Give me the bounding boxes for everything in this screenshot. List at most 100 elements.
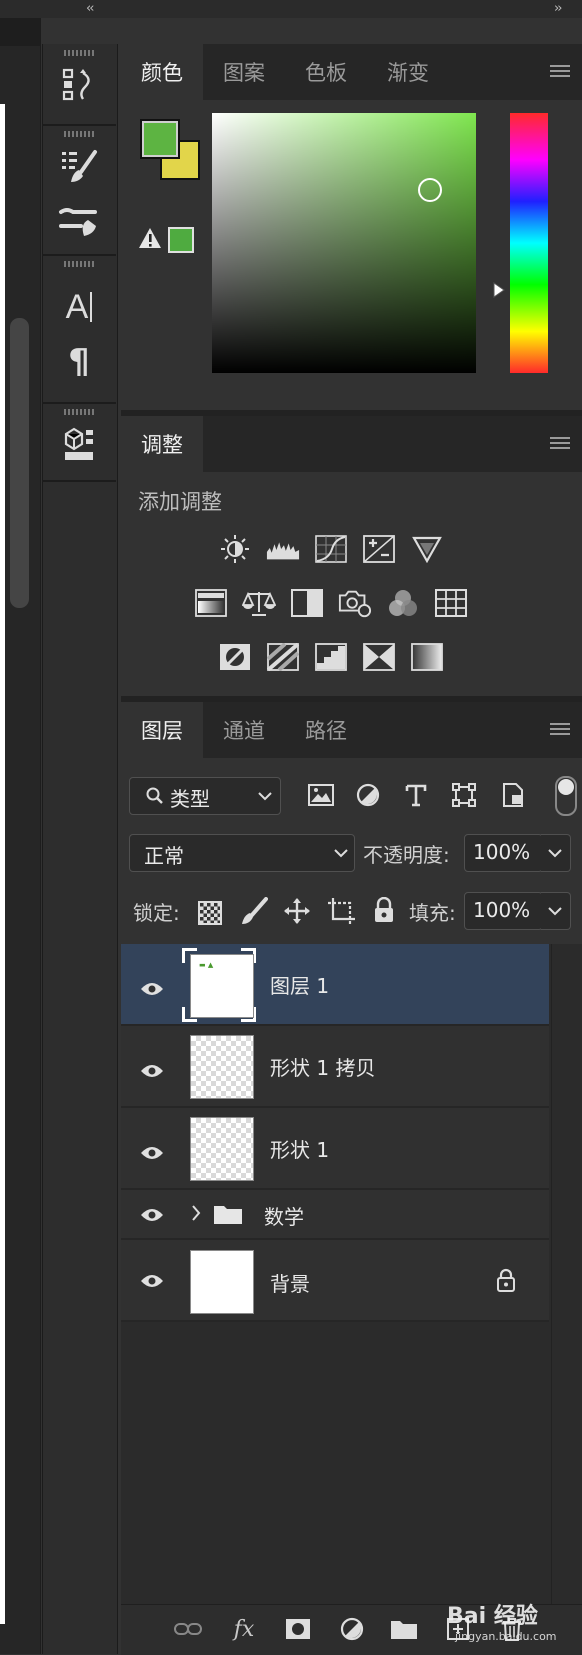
levels-icon[interactable]	[266, 534, 300, 564]
document-tab-strip	[0, 18, 40, 46]
layers-panel-tabs: 图层 通道 路径	[121, 702, 582, 758]
tab-swatches[interactable]: 色板	[285, 44, 367, 100]
chevron-down-icon	[258, 792, 272, 801]
shape-layer-filter-icon[interactable]	[452, 783, 476, 811]
eye-icon[interactable]	[140, 1145, 164, 1161]
layer-row-group-math[interactable]	[121, 1190, 549, 1240]
blend-mode-value: 正常	[144, 844, 184, 868]
invert-icon[interactable]	[218, 642, 252, 672]
character-panel-icon[interactable]: A	[55, 285, 103, 329]
paragraph-panel-icon[interactable]: ¶	[55, 340, 103, 384]
panel-menu-icon[interactable]	[550, 437, 570, 451]
chevron-right-icon[interactable]	[191, 1204, 201, 1222]
eye-icon[interactable]	[140, 1273, 164, 1289]
3d-properties-icon[interactable]	[55, 422, 103, 466]
color-picker-cursor[interactable]	[418, 178, 442, 202]
eye-icon[interactable]	[140, 981, 164, 997]
tab-gradients[interactable]: 渐变	[367, 44, 449, 100]
lock-transparent-pixels-icon[interactable]	[198, 901, 222, 925]
grip-handle[interactable]	[64, 131, 94, 137]
canvas-scrollbar[interactable]	[10, 318, 29, 608]
grip-handle[interactable]	[64, 261, 94, 267]
layer-row-background[interactable]	[121, 1240, 549, 1322]
double-chevron-right-icon[interactable]: ››	[554, 1, 563, 16]
color-picker-field[interactable]	[212, 113, 476, 373]
opacity-dropdown-button[interactable]	[541, 834, 571, 872]
layer-name: 数学	[264, 1205, 304, 1229]
color-panel-tabs: 颜色 图案 色板 渐变	[121, 44, 582, 100]
folder-icon	[214, 1206, 242, 1224]
hue-slider-arrow-icon[interactable]	[492, 282, 506, 302]
adjustments-panel-tabs: 调整	[121, 416, 582, 472]
fill-value: 100%	[473, 898, 531, 922]
canvas-white-area	[0, 104, 5, 1624]
lock-artboard-icon[interactable]	[327, 897, 357, 929]
tab-layers[interactable]: 图层	[121, 702, 203, 758]
adjustment-layer-filter-icon[interactable]	[356, 783, 380, 811]
lock-image-pixels-icon[interactable]	[240, 897, 268, 929]
vibrance-icon[interactable]	[410, 534, 444, 564]
layer-name: 图层 1	[270, 974, 330, 998]
pixel-layer-filter-icon[interactable]	[308, 783, 334, 811]
history-panel-icon[interactable]	[55, 64, 103, 108]
layer-row-shape-1[interactable]	[121, 1108, 549, 1190]
fill-dropdown-button[interactable]	[541, 892, 571, 930]
web-safe-color-swatch[interactable]	[168, 227, 194, 253]
tab-patterns[interactable]: 图案	[203, 44, 285, 100]
hue-slider[interactable]	[510, 113, 548, 373]
tab-color[interactable]: 颜色	[121, 44, 203, 100]
double-chevron-left-icon[interactable]: ‹‹	[86, 1, 95, 16]
out-of-gamut-warning-icon[interactable]	[137, 226, 163, 254]
curves-icon[interactable]	[314, 534, 348, 564]
type-layer-filter-icon[interactable]	[405, 783, 427, 811]
eye-icon[interactable]	[140, 1207, 164, 1223]
watermark-logo: Bai 经验	[447, 1604, 538, 1629]
foreground-color-swatch[interactable]	[140, 119, 180, 159]
chevron-down-icon	[548, 907, 562, 916]
link-layers-icon[interactable]	[172, 1614, 204, 1644]
layer-thumbnail	[190, 1117, 254, 1181]
tab-channels[interactable]: 通道	[203, 702, 285, 758]
selective-color-icon[interactable]	[410, 642, 444, 672]
brush-presets-icon[interactable]	[55, 200, 103, 244]
filter-type-dropdown[interactable]: 类型	[129, 777, 281, 815]
brightness-contrast-icon[interactable]	[218, 534, 252, 564]
black-white-icon[interactable]	[290, 588, 324, 618]
threshold-icon[interactable]	[314, 642, 348, 672]
channel-mixer-icon[interactable]	[386, 588, 420, 618]
fill-label: 填充:	[409, 901, 456, 925]
watermark-url: jingyan.baidu.com	[455, 1630, 557, 1643]
opacity-label: 不透明度:	[363, 843, 450, 867]
new-group-folder-icon[interactable]	[388, 1614, 420, 1644]
color-lookup-icon[interactable]	[434, 588, 468, 618]
lock-all-icon[interactable]	[373, 896, 395, 927]
photo-filter-icon[interactable]	[338, 588, 372, 618]
add-mask-icon[interactable]	[282, 1614, 314, 1644]
eye-icon[interactable]	[140, 1063, 164, 1079]
tab-adjustments[interactable]: 调整	[121, 416, 203, 472]
lock-position-icon[interactable]	[284, 898, 310, 928]
panel-menu-icon[interactable]	[550, 65, 570, 79]
brush-settings-icon[interactable]	[55, 145, 103, 189]
new-adjustment-layer-icon[interactable]	[336, 1614, 368, 1644]
layer-style-fx-button[interactable]: fx	[228, 1614, 260, 1644]
fill-input[interactable]: 100%	[464, 892, 543, 930]
posterize-icon[interactable]	[266, 642, 300, 672]
layer-thumbnail: ▬ ▲	[190, 954, 254, 1018]
grip-handle[interactable]	[64, 50, 94, 56]
thumbnail-mark: ▬ ▲	[199, 961, 214, 969]
exposure-icon[interactable]	[362, 534, 396, 564]
document-canvas-edge	[0, 18, 41, 1654]
layer-list-scroll-gutter	[551, 944, 582, 1604]
smart-object-filter-icon[interactable]	[502, 782, 524, 812]
color-balance-icon[interactable]	[242, 588, 276, 618]
grip-handle[interactable]	[64, 409, 94, 415]
filter-toggle-switch[interactable]	[555, 776, 577, 816]
hue-saturation-icon[interactable]	[194, 588, 228, 618]
blend-mode-dropdown[interactable]: 正常	[129, 834, 355, 872]
tab-paths[interactable]: 路径	[285, 702, 367, 758]
layer-thumbnail	[190, 1250, 254, 1314]
gradient-map-icon[interactable]	[362, 642, 396, 672]
panel-menu-icon[interactable]	[550, 723, 570, 737]
opacity-input[interactable]: 100%	[464, 834, 543, 872]
